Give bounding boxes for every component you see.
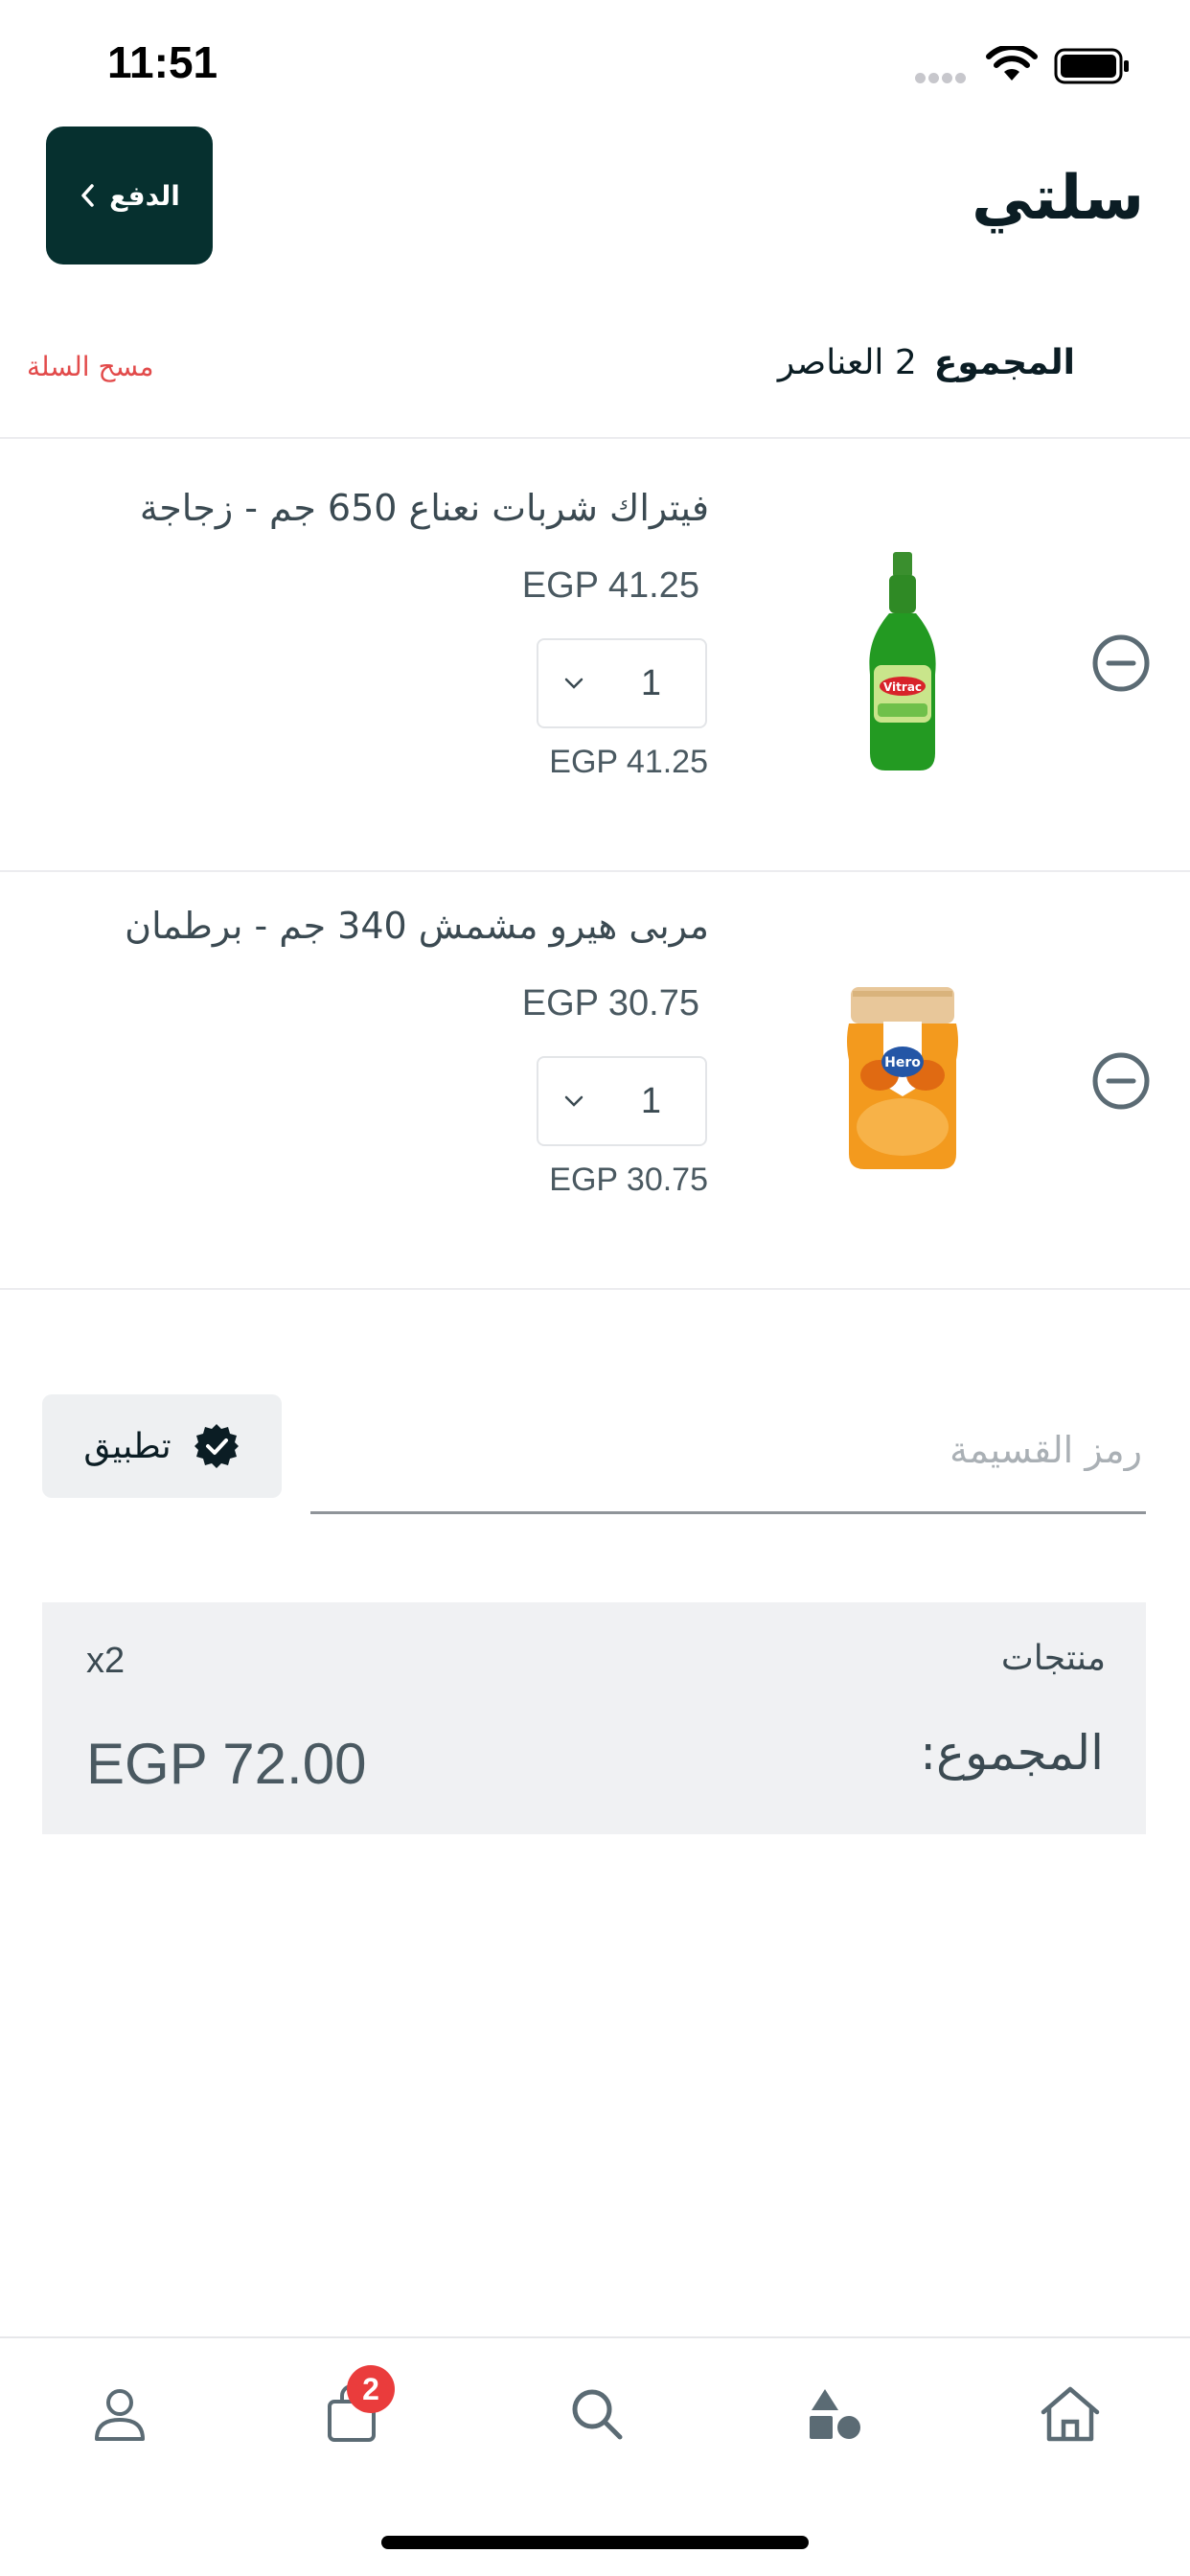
nav-profile[interactable]: [77, 2371, 163, 2457]
apply-coupon-button[interactable]: تطبيق: [42, 1394, 282, 1498]
item-name: مربى هيرو مشمش 340 جم - برطمان: [125, 905, 709, 947]
remove-item-icon[interactable]: [1090, 1050, 1152, 1112]
signal-icon: [915, 69, 971, 83]
chevron-down-icon: [564, 678, 584, 689]
grand-total-label: المجموع:: [920, 1725, 1104, 1781]
search-icon: [572, 2389, 623, 2440]
item-price: EGP 30.75: [521, 983, 699, 1024]
battery-icon: [1054, 48, 1129, 84]
line-total: EGP 30.75: [549, 1162, 708, 1198]
home-indicator: [381, 2536, 809, 2549]
summary-total-label: المجموع: [933, 343, 1075, 382]
home-icon: [1041, 2386, 1100, 2442]
chevron-down-icon: [564, 1095, 584, 1107]
checkout-button[interactable]: الدفع: [46, 126, 213, 264]
coupon-code-input[interactable]: [310, 1388, 1146, 1514]
quantity-value: 1: [640, 1080, 661, 1121]
verified-badge-icon: [194, 1424, 239, 1468]
nav-categories[interactable]: [791, 2371, 878, 2457]
page-title: سلتي: [972, 163, 1144, 234]
clear-cart-link[interactable]: مسح السلة: [27, 351, 154, 382]
chevron-left-icon: [81, 184, 94, 207]
svg-text:Hero: Hero: [884, 1055, 921, 1070]
products-label: منتجات: [1000, 1639, 1106, 1678]
products-count: x2: [86, 1641, 126, 1681]
cart-count-badge: 2: [347, 2365, 395, 2413]
quantity-selector[interactable]: 1: [537, 638, 707, 728]
line-total: EGP 41.25: [549, 744, 708, 780]
wifi-icon: [986, 46, 1038, 80]
summary-items-count: 2 العناصر: [777, 343, 917, 382]
grand-total-value: EGP 72.00: [86, 1732, 367, 1796]
item-name: فيتراك شربات نعناع 650 جم - زجاجة: [139, 487, 709, 529]
order-totals-panel: [42, 1602, 1146, 1834]
quantity-selector[interactable]: 1: [537, 1056, 707, 1146]
status-time: 11:51: [107, 37, 218, 87]
item-price: EGP 41.25: [521, 565, 699, 606]
divider: [0, 1288, 1190, 1290]
profile-icon: [95, 2389, 145, 2441]
svg-text:Vitrac: Vitrac: [883, 680, 922, 694]
quantity-value: 1: [640, 662, 661, 703]
categories-icon: [810, 2389, 860, 2439]
product-image-jam-jar[interactable]: Hero: [841, 983, 964, 1175]
cart-summary: المجموع 2 العناصر: [778, 343, 1075, 382]
remove-item-icon[interactable]: [1090, 632, 1152, 694]
nav-home[interactable]: [1027, 2371, 1113, 2457]
product-image-syrup-bottle[interactable]: Vitrac: [860, 550, 945, 776]
apply-label: تطبيق: [83, 1426, 172, 1466]
checkout-label: الدفع: [109, 179, 180, 212]
nav-search[interactable]: [554, 2371, 640, 2457]
